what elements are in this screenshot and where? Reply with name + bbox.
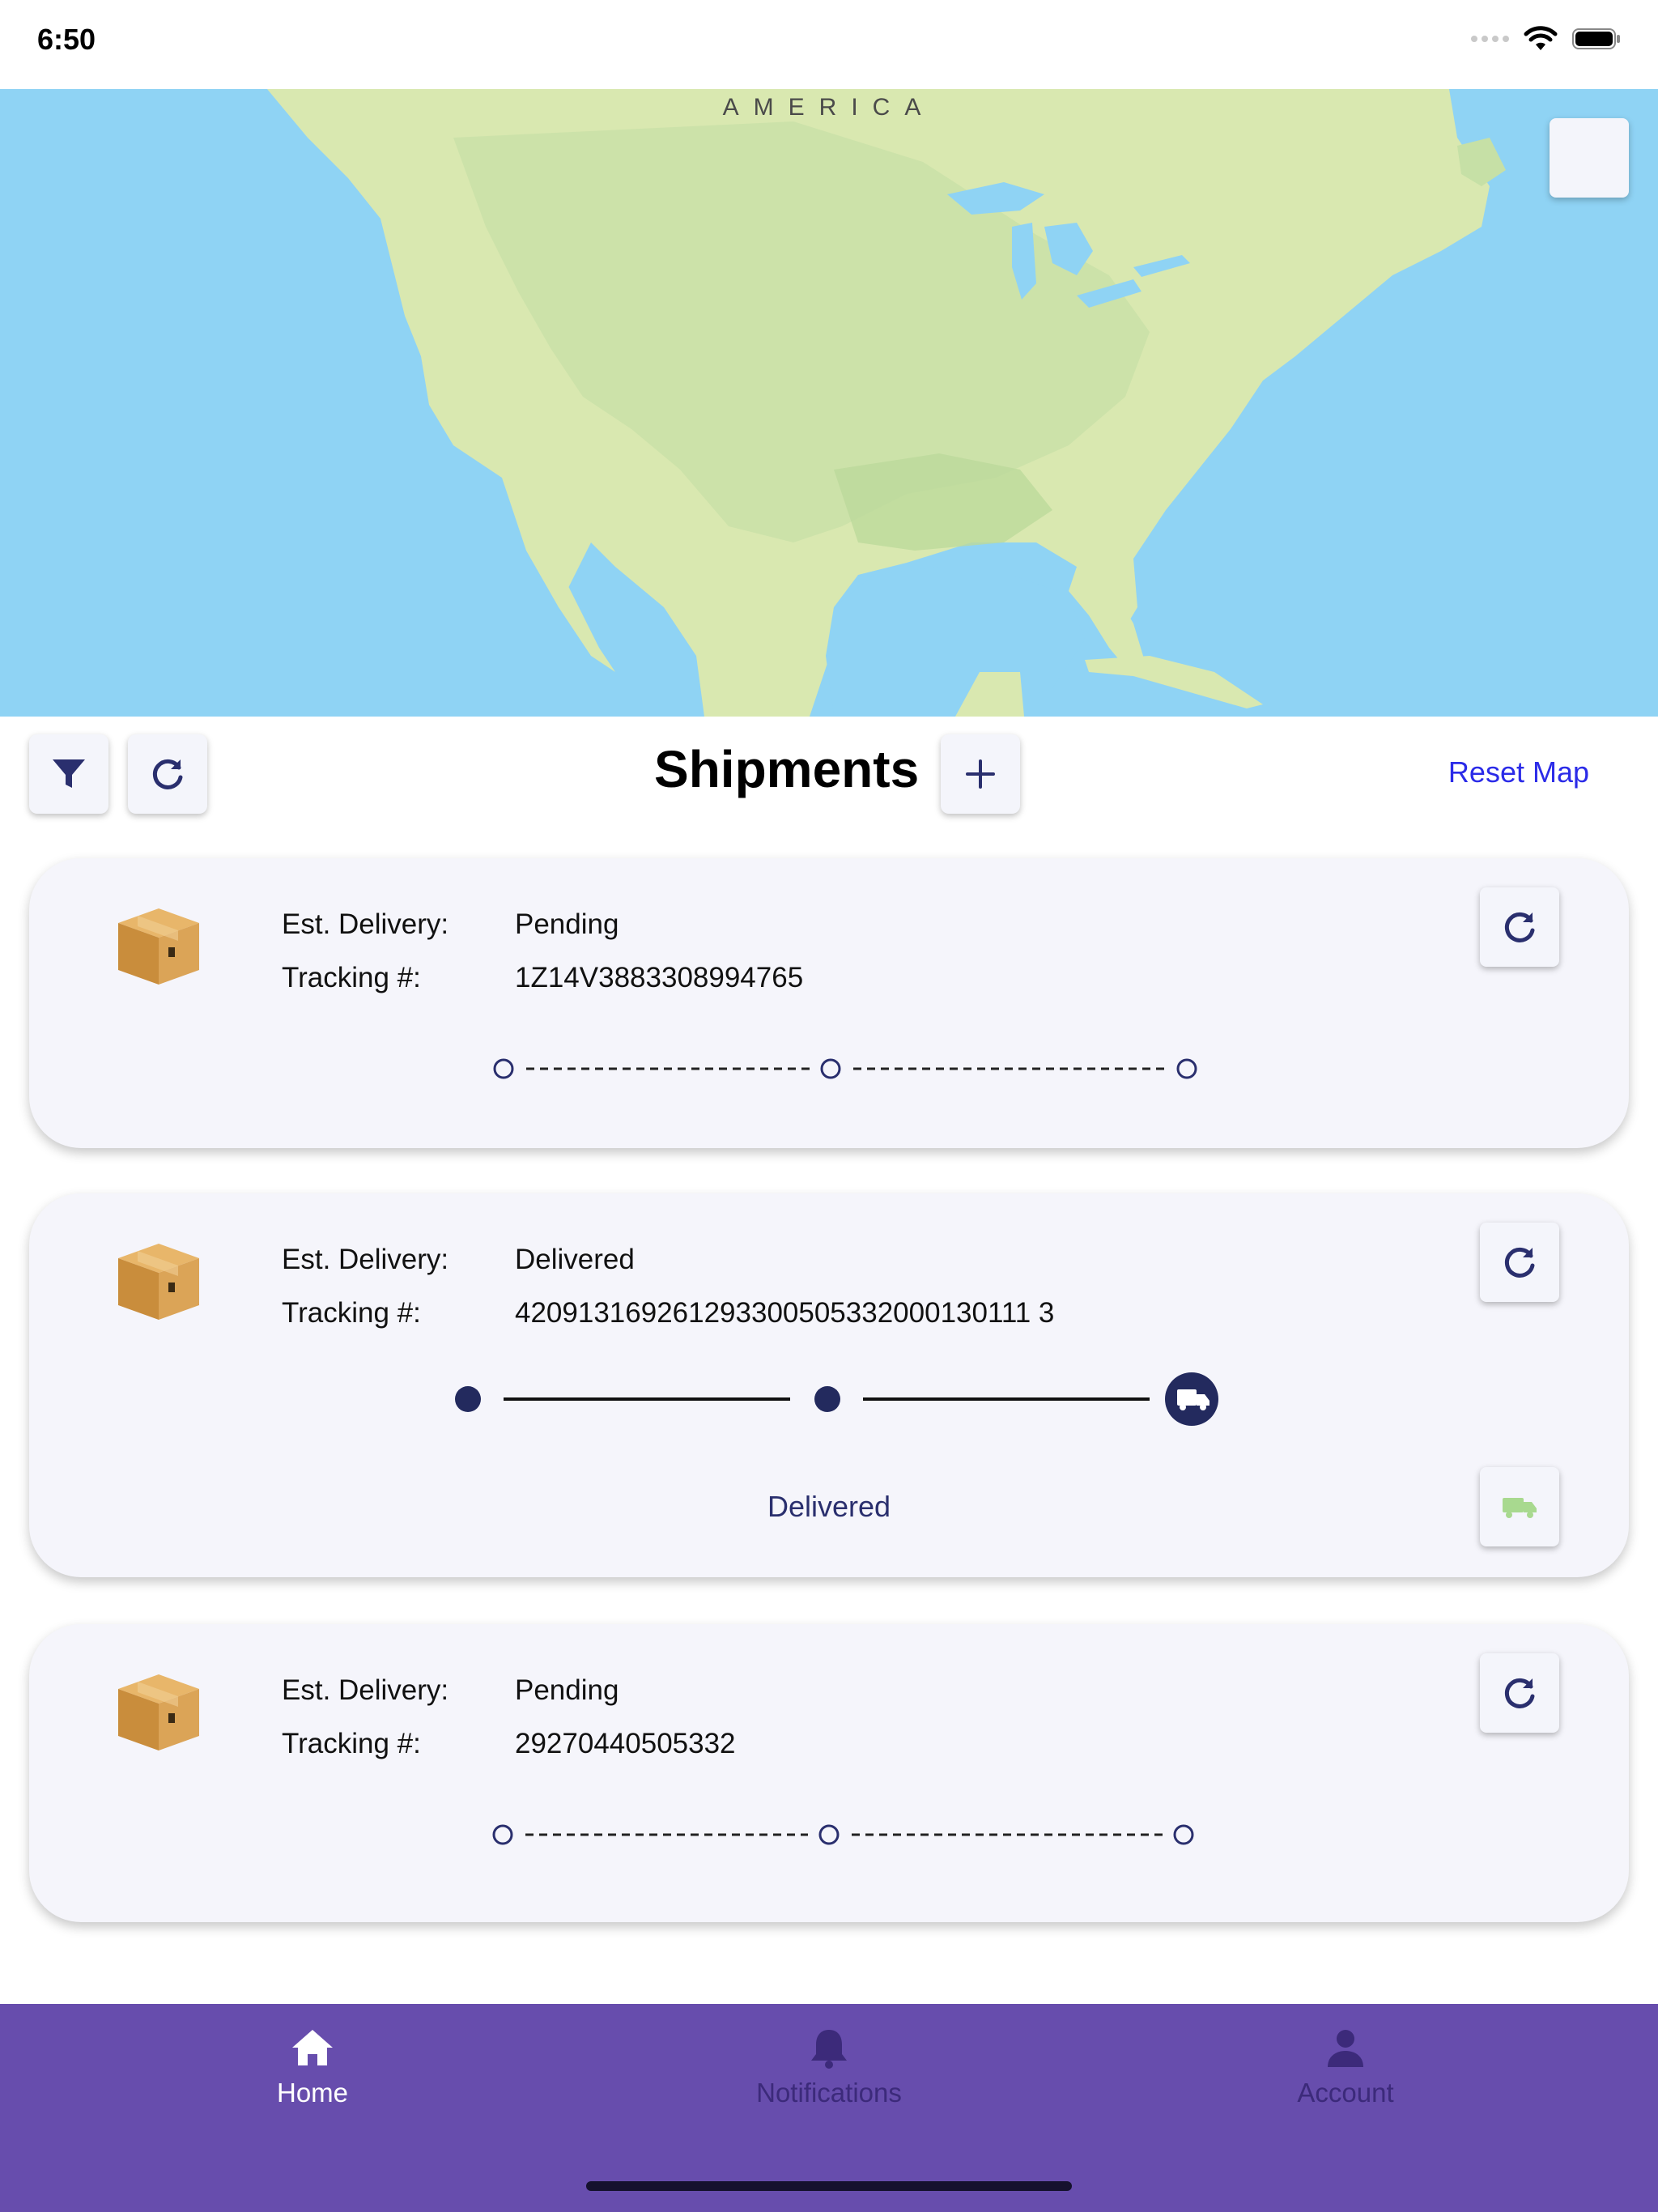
refresh-icon (1504, 1247, 1535, 1278)
tracking-label: Tracking #: (282, 962, 421, 993)
status-indicators (1471, 26, 1621, 52)
home-icon (292, 2030, 333, 2065)
shipment-map[interactable]: AMERICA (0, 89, 1658, 717)
refresh-all-button[interactable] (128, 734, 207, 814)
est-delivery-label: Est. Delivery: (282, 1674, 449, 1706)
shipments-toolbar: Shipments Reset Map (0, 717, 1658, 830)
progress-step-2 (820, 1058, 841, 1079)
reset-map-link[interactable]: Reset Map (1448, 755, 1589, 789)
package-icon (118, 1674, 199, 1750)
progress-step-1 (493, 1058, 514, 1079)
wifi-icon (1524, 26, 1558, 50)
tracking-number: 29270440505332 (515, 1728, 736, 1759)
est-delivery-label: Est. Delivery: (282, 1244, 449, 1275)
expand-map-button[interactable] (1550, 118, 1629, 198)
refresh-shipment-button[interactable] (1480, 887, 1559, 967)
view-delivery-button[interactable] (1480, 1467, 1559, 1546)
expand-arrows-icon (1550, 118, 1658, 717)
refresh-icon (152, 759, 183, 789)
map-landmass (267, 89, 1506, 717)
shipment-progress-tracker (493, 1058, 1197, 1079)
shipment-progress-tracker (492, 1824, 1194, 1845)
est-delivery-value: Pending (515, 1674, 619, 1706)
shipment-card[interactable]: Est. Delivery: Pending Tracking #: 29270… (29, 1624, 1629, 1922)
tab-notifications-label: Notifications (756, 2078, 902, 2108)
progress-step-2 (818, 1824, 840, 1845)
home-indicator (586, 2181, 1072, 2191)
tracking-number: 420913169261293300505332000130111 3 (515, 1297, 1055, 1329)
shipment-card[interactable]: Est. Delivery: Pending Tracking #: 1Z14V… (29, 858, 1629, 1148)
plus-icon (966, 759, 995, 789)
battery-icon (1572, 28, 1620, 49)
tab-home-label: Home (276, 2078, 349, 2108)
package-icon (118, 1244, 199, 1320)
progress-step-1 (492, 1824, 513, 1845)
est-delivery-value: Pending (515, 908, 619, 940)
filter-icon (53, 759, 85, 788)
filter-button[interactable] (29, 734, 108, 814)
tab-account[interactable]: Account (1216, 2027, 1475, 2108)
progress-step-3 (1173, 1824, 1194, 1845)
progress-step-1 (455, 1386, 481, 1412)
shipment-progress-tracker (455, 1372, 1218, 1426)
refresh-icon (1504, 912, 1535, 942)
person-icon (1328, 2030, 1363, 2067)
page-title: Shipments (654, 740, 920, 798)
tab-home[interactable]: Home (183, 2027, 442, 2108)
progress-step-3 (1176, 1058, 1197, 1079)
tracking-label: Tracking #: (282, 1297, 421, 1329)
est-delivery-label: Est. Delivery: (282, 908, 449, 940)
truck-icon (1503, 1498, 1537, 1518)
refresh-shipment-button[interactable] (1480, 1223, 1559, 1302)
tracking-label: Tracking #: (282, 1728, 421, 1759)
add-shipment-button[interactable] (941, 734, 1020, 814)
est-delivery-value: Delivered (515, 1244, 635, 1275)
shipment-card[interactable]: Est. Delivery: Delivered Tracking #: 420… (29, 1193, 1629, 1577)
tab-account-label: Account (1297, 2078, 1394, 2108)
progress-step-2 (814, 1386, 840, 1412)
map-region-label: AMERICA (722, 94, 936, 121)
refresh-icon (1504, 1678, 1535, 1708)
status-time: 6:50 (37, 23, 96, 56)
tracking-number: 1Z14V3883308994765 (515, 962, 804, 993)
cellular-signal-icon (1471, 36, 1509, 42)
package-icon (118, 908, 199, 985)
shipment-status-caption: Delivered (767, 1490, 891, 1523)
tab-notifications[interactable]: Notifications (699, 2027, 959, 2108)
bell-icon (811, 2030, 847, 2069)
status-bar: 6:50 (0, 0, 1658, 89)
refresh-shipment-button[interactable] (1480, 1653, 1559, 1733)
